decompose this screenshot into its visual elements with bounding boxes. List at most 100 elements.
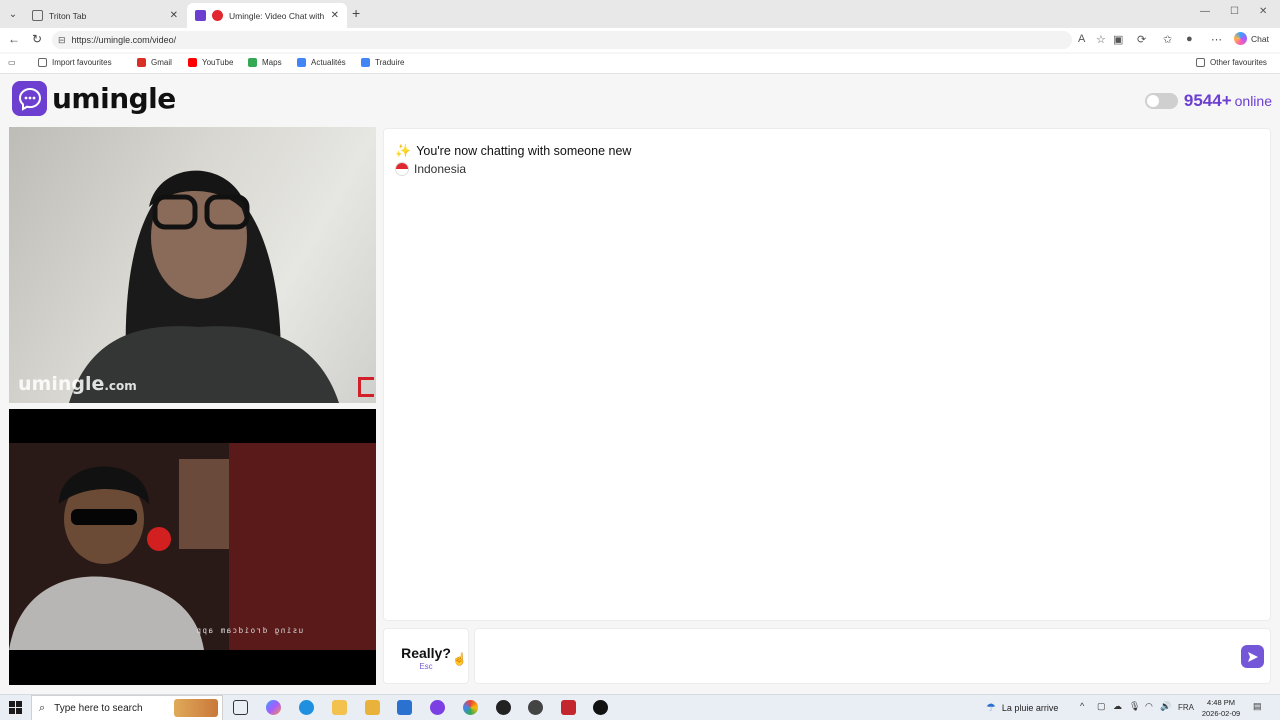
favorites-icon[interactable]: ✩ — [1163, 33, 1172, 46]
copilot-icon — [1234, 32, 1247, 45]
import-icon — [38, 58, 47, 67]
reload-icon[interactable]: ↻ — [32, 32, 42, 46]
video-watermark: umingle.com — [18, 373, 137, 395]
address-bar[interactable]: ⊟ https://umingle.com/video/ — [52, 31, 1072, 49]
bookmark-traduire[interactable]: Traduire — [361, 58, 405, 67]
maps-icon — [248, 58, 257, 67]
indonesia-flag-icon — [395, 162, 409, 176]
app-circle-icon[interactable] — [528, 700, 543, 715]
file-explorer-icon[interactable] — [332, 700, 347, 715]
remote-video-frame — [69, 170, 339, 403]
windows-start-icon[interactable] — [9, 701, 22, 714]
chrome-icon[interactable] — [463, 700, 478, 715]
clock[interactable]: 4:48 PM 2026-02-09 — [1200, 697, 1242, 719]
tray-app-icon[interactable]: ▢ — [1097, 701, 1106, 712]
microphone-icon[interactable]: 🎙 — [1129, 701, 1140, 712]
browser-tab-bar: ⌄ Triton Tab ✕ Umingle: Video Chat with … — [0, 0, 1280, 28]
back-arrow-icon[interactable]: ← — [8, 32, 20, 46]
bookmark-actualites[interactable]: Actualités — [297, 58, 346, 67]
network-icon[interactable]: ☁ — [1113, 701, 1122, 712]
translate-icon — [361, 58, 370, 67]
sparkle-icon: ✨ — [395, 143, 412, 158]
logo-text: umingle — [52, 82, 176, 115]
search-placeholder: Type here to search — [54, 702, 143, 714]
tab-title: Triton Tab — [49, 10, 87, 21]
close-tab-icon[interactable]: ✕ — [170, 10, 178, 21]
new-tab-plus-icon[interactable]: + — [352, 5, 360, 21]
tab-umingle[interactable]: Umingle: Video Chat with Stra ✕ — [187, 3, 347, 28]
bookmark-youtube[interactable]: YouTube — [188, 58, 233, 67]
chat-status-line: ✨ You're now chatting with someone new — [395, 143, 631, 159]
split-screen-icon[interactable]: ▣ — [1113, 33, 1123, 46]
chat-label: Chat — [1251, 33, 1269, 44]
mail-icon[interactable] — [397, 700, 412, 715]
local-video: using droidcam app — [9, 409, 376, 685]
message-input[interactable] — [483, 643, 1223, 671]
tab-title: Umingle: Video Chat with Stra — [229, 10, 327, 21]
messenger-icon[interactable] — [430, 700, 445, 715]
task-view-icon[interactable] — [233, 700, 248, 715]
mouse-cursor-icon: ☝ — [452, 652, 467, 666]
volume-icon[interactable]: 🔊 — [1160, 701, 1171, 712]
umbrella-icon: ☂ — [986, 702, 996, 714]
wifi-icon[interactable]: ◠ — [1145, 701, 1153, 712]
edge-icon[interactable] — [299, 700, 314, 715]
online-label: online — [1234, 93, 1272, 109]
chat-status-text: You're now chatting with someone new — [416, 144, 632, 158]
app-dark-icon[interactable] — [593, 700, 608, 715]
chat-country-line: Indonesia — [395, 162, 466, 176]
message-box — [474, 628, 1271, 684]
umingle-favicon-icon — [195, 10, 206, 21]
search-highlight-icon — [174, 699, 218, 717]
notification-icon[interactable]: ▤ — [1253, 701, 1262, 712]
extensions-icon[interactable]: ⟳ — [1137, 33, 1146, 46]
maximize-icon[interactable]: ☐ — [1230, 6, 1239, 17]
mirrored-overlay-text: using droidcam app — [195, 626, 304, 635]
country-name: Indonesia — [414, 162, 467, 176]
store-icon[interactable] — [365, 700, 380, 715]
triton-favicon-icon — [32, 10, 43, 21]
bookmark-import[interactable]: Import favourites — [38, 58, 112, 67]
local-video-frame — [9, 443, 376, 650]
news-icon — [297, 58, 306, 67]
clock-time: 4:48 PM — [1207, 698, 1235, 707]
more-menu-icon[interactable]: ⋯ — [1211, 33, 1222, 46]
copilot-taskbar-icon[interactable] — [266, 700, 281, 715]
reading-list-icon[interactable]: ▭ — [8, 58, 16, 67]
favorite-star-icon[interactable]: ☆ — [1096, 33, 1106, 46]
send-button[interactable] — [1241, 645, 1264, 668]
clock-date: 2026-02-09 — [1201, 709, 1241, 718]
app-red-icon[interactable] — [561, 700, 576, 715]
language-indicator[interactable]: FRA — [1178, 703, 1194, 712]
recording-icon — [212, 10, 223, 21]
taskbar-search[interactable]: ⌕ Type here to search — [31, 695, 223, 720]
remote-video: umingle.com — [9, 127, 376, 403]
folder-icon — [1196, 58, 1205, 67]
bookmark-gmail[interactable]: Gmail — [137, 58, 172, 67]
other-favourites[interactable]: Other favourites — [1196, 58, 1267, 67]
copilot-chat-button[interactable]: Chat — [1234, 32, 1269, 45]
red-corner-icon — [358, 377, 374, 397]
bookmarks-bar: ▭ Import favourites Gmail YouTube Maps A… — [0, 54, 1280, 74]
close-window-icon[interactable]: ✕ — [1259, 6, 1267, 17]
tab-triton[interactable]: Triton Tab ✕ — [24, 3, 186, 28]
windows-taskbar: ⌕ Type here to search ☂ La pluie arrive … — [0, 694, 1280, 720]
address-toolbar: ← ↻ ⊟ https://umingle.com/video/ A ☆ ▣ ⟳… — [0, 28, 1280, 52]
tab-list-chevron-icon[interactable]: ⌄ — [4, 5, 22, 23]
weather-widget[interactable]: ☂ La pluie arrive — [986, 701, 1058, 714]
bookmark-maps[interactable]: Maps — [248, 58, 282, 67]
obs-icon[interactable] — [496, 700, 511, 715]
umingle-logo[interactable]: umingle — [12, 81, 176, 116]
mode-toggle[interactable] — [1144, 93, 1178, 109]
send-arrow-icon — [1247, 651, 1258, 662]
url-text: https://umingle.com/video/ — [71, 35, 177, 45]
minimize-icon[interactable]: — — [1200, 6, 1210, 17]
search-icon: ⌕ — [39, 701, 46, 714]
tray-chevron-icon[interactable]: ^ — [1080, 701, 1084, 711]
read-aloud-icon[interactable]: A — [1078, 33, 1085, 45]
profile-avatar-icon[interactable]: ● — [1186, 33, 1193, 45]
online-count: 9544+ — [1183, 91, 1232, 110]
close-tab-icon[interactable]: ✕ — [331, 10, 339, 21]
site-info-icon[interactable]: ⊟ — [58, 35, 66, 46]
chat-bubble-logo-icon — [12, 81, 47, 116]
